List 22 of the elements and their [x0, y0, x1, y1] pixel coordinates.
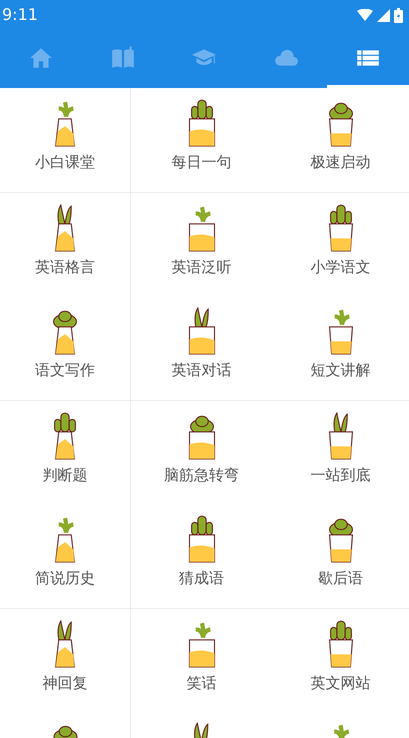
menu-item[interactable]: 小学语文: [272, 192, 409, 296]
menu-item[interactable]: 一站到底: [272, 400, 409, 504]
menu-item[interactable]: 英文网站: [272, 608, 409, 712]
menu-item[interactable]: 短文讲解: [272, 296, 409, 400]
menu-item[interactable]: 笑话: [131, 608, 272, 712]
status-time: 9:11: [2, 4, 38, 26]
menu-item[interactable]: 猜成语: [131, 504, 272, 608]
menu-item[interactable]: 歇后语: [272, 504, 409, 608]
menu-item[interactable]: 每日一句: [131, 88, 272, 192]
menu-item[interactable]: 英语格言: [0, 192, 131, 296]
wifi-icon: [357, 9, 373, 21]
menu-item[interactable]: 简说历史: [0, 504, 131, 608]
book-icon: [110, 44, 136, 70]
menu-item[interactable]: 英语泛听: [131, 192, 272, 296]
signal-icon: [377, 8, 390, 22]
menu-item[interactable]: 极速启动: [272, 88, 409, 192]
menu-item[interactable]: 神回复: [0, 608, 131, 712]
menu-item[interactable]: 判断题: [0, 400, 131, 504]
menu-item[interactable]: 脑筋急转弯: [131, 400, 272, 504]
menu-item[interactable]: 语文写作: [0, 296, 131, 400]
menu-item[interactable]: 英语对话: [131, 296, 272, 400]
battery-icon: [394, 8, 403, 22]
